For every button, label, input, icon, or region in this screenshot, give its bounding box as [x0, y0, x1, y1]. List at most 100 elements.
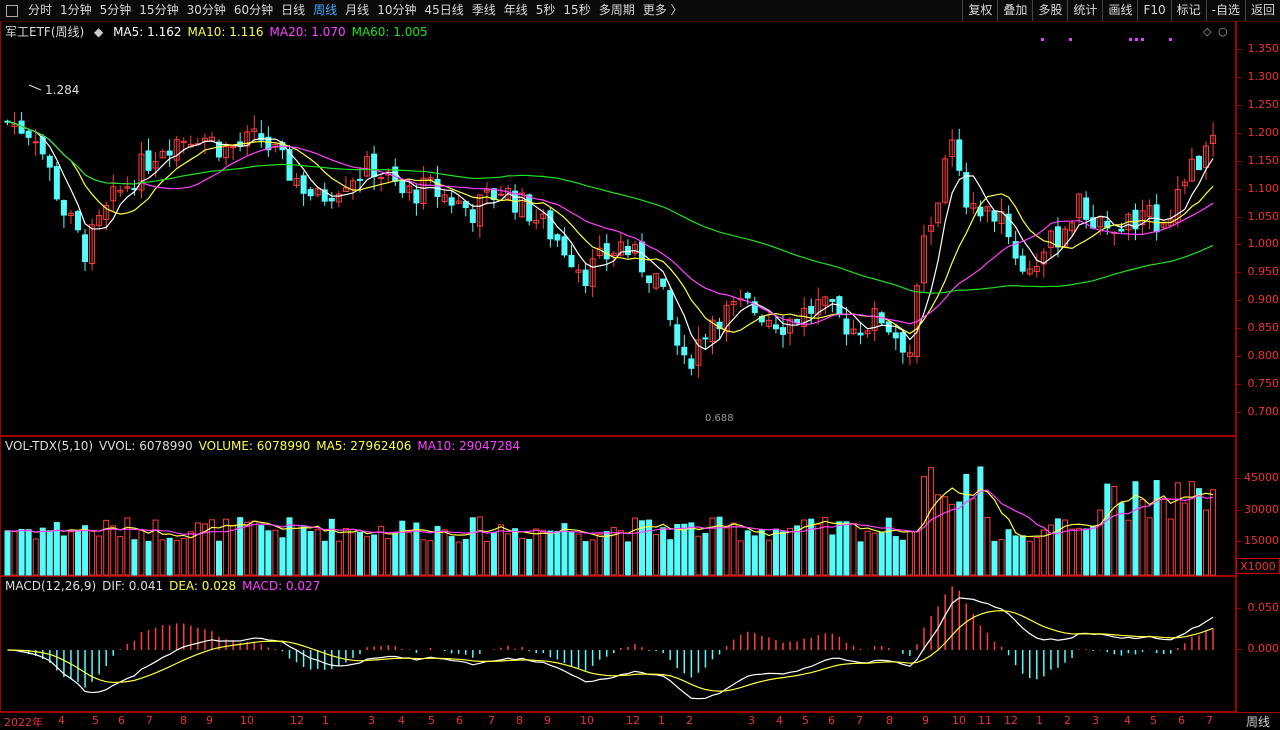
- volume-bar: [11, 531, 18, 576]
- macd-panel[interactable]: MACD(12,26,9) DIF: 0.041 DEA: 0.028 MACD: 0…: [0, 576, 1236, 712]
- volume-bar: [378, 525, 385, 576]
- toolbar-button-4[interactable]: 画线: [1102, 0, 1137, 21]
- axis-tick: 0.950: [1237, 265, 1280, 278]
- volume-bar: [674, 524, 681, 576]
- volume-bar: [653, 534, 660, 576]
- toolbar-button-2[interactable]: 多股: [1032, 0, 1067, 21]
- x-axis-label: 11: [978, 714, 992, 727]
- volume-bar: [624, 541, 631, 576]
- x-axis-label: 9: [544, 714, 551, 727]
- low-price-marker: 0.688: [705, 413, 734, 424]
- candle-body: [603, 243, 610, 260]
- x-axis-label: 1: [322, 714, 329, 727]
- toolbar-button-5[interactable]: F10: [1137, 0, 1170, 21]
- volume-bar: [617, 530, 624, 576]
- toolbar-button-8[interactable]: 返回: [1244, 0, 1280, 21]
- volume-bar: [60, 535, 67, 576]
- ma-label-3: MA60: 1.005: [351, 25, 428, 39]
- tab-period-2[interactable]: 5分钟: [96, 0, 136, 21]
- axis-tick: 1.300: [1237, 70, 1280, 83]
- toolbar-button-7[interactable]: -自选: [1205, 0, 1245, 21]
- x-axis-label: 5: [428, 714, 435, 727]
- macd-legend: MACD(12,26,9) DIF: 0.041 DEA: 0.028 MACD: 0…: [5, 579, 326, 593]
- macd-chart[interactable]: [1, 577, 1237, 713]
- volume-bar: [1005, 529, 1012, 576]
- volume-bar: [836, 521, 843, 576]
- tab-period-5[interactable]: 60分钟: [230, 0, 277, 21]
- tab-period-15[interactable]: 多周期: [595, 0, 639, 21]
- tab-period-0[interactable]: 分时: [24, 0, 56, 21]
- volume-bar: [723, 527, 730, 576]
- candlestick-chart[interactable]: 1.284 0.688 ◇ ○: [1, 21, 1237, 436]
- diamond-icon[interactable]: ◆: [94, 25, 103, 39]
- diamond-outline-icon: ◇: [1203, 25, 1212, 38]
- volume-bar: [307, 530, 314, 576]
- toolbar-button-1[interactable]: 叠加: [997, 0, 1032, 21]
- volume-bar: [131, 539, 138, 576]
- volume-bar: [321, 540, 328, 576]
- candle-body: [561, 236, 568, 256]
- x-axis-label: 6: [456, 714, 463, 727]
- x-axis-label: 6: [1178, 714, 1185, 727]
- volume-bar: [223, 518, 230, 576]
- axis-tick: 1.000: [1237, 237, 1280, 250]
- volume-bar: [39, 527, 46, 576]
- tab-period-14[interactable]: 15秒: [559, 0, 594, 21]
- tab-period-11[interactable]: 季线: [468, 0, 500, 21]
- toolbar-button-3[interactable]: 统计: [1067, 0, 1102, 21]
- period-toolbar: 分时 1分钟 5分钟 15分钟 30分钟 60分钟 日线 周线 月线 10分钟 45日线 季线 年线 5秒…: [0, 0, 1280, 22]
- volume-bar: [152, 519, 159, 576]
- macd-panel-label-1: DIF: 0.041: [102, 579, 164, 593]
- volume-chart[interactable]: [1, 437, 1237, 577]
- volume-bar: [67, 531, 74, 576]
- tab-period-13[interactable]: 5秒: [532, 0, 560, 21]
- toolbar-button-6[interactable]: 标记: [1170, 0, 1206, 21]
- volume-bar: [906, 530, 913, 576]
- x-axis-label: 8: [180, 714, 187, 727]
- tab-period-4[interactable]: 30分钟: [183, 0, 230, 21]
- candle-body: [25, 130, 32, 138]
- volume-bar: [871, 532, 878, 576]
- x-axis-label: 10: [240, 714, 254, 727]
- candle-body: [413, 189, 420, 204]
- ma20-line: [7, 121, 1214, 325]
- period-tabs: 分时 1分钟 5分钟 15分钟 30分钟 60分钟 日线 周线 月线 10分钟 45日线 季线 年线 5秒…: [24, 0, 687, 21]
- tab-period-1[interactable]: 1分钟: [56, 0, 96, 21]
- x-axis-label: 9: [206, 714, 213, 727]
- vol-ma5-line: [7, 487, 1214, 539]
- candle-body: [744, 292, 751, 299]
- tab-period-7[interactable]: 周线: [309, 0, 341, 21]
- volume-bar: [589, 539, 596, 576]
- volume-bar: [1167, 518, 1174, 576]
- volume-bar: [96, 535, 103, 576]
- volume-bar: [667, 539, 674, 576]
- tab-period-8[interactable]: 月线: [341, 0, 373, 21]
- volume-bar: [371, 534, 378, 576]
- candle-body: [857, 332, 864, 336]
- tab-period-10[interactable]: 45日线: [420, 0, 467, 21]
- x-axis-label: 7: [488, 714, 495, 727]
- candle-body: [702, 337, 709, 340]
- candle-body: [82, 234, 89, 262]
- volume-panel[interactable]: VOL-TDX(5,10) VVOL: 6078990 VOLUME: 607899…: [0, 436, 1236, 576]
- candle-body: [357, 178, 363, 181]
- tab-period-16[interactable]: 更多 〉: [639, 0, 687, 21]
- volume-bar: [681, 523, 688, 576]
- tab-period-9[interactable]: 10分钟: [373, 0, 420, 21]
- volume-bar: [82, 525, 89, 576]
- volume-bar: [1054, 518, 1061, 576]
- candle-body: [991, 210, 998, 222]
- volume-bar: [780, 531, 786, 576]
- dea-line: [7, 610, 1214, 692]
- tab-period-6[interactable]: 日线: [277, 0, 309, 21]
- tab-period-12[interactable]: 年线: [500, 0, 532, 21]
- volume-bar: [772, 528, 779, 576]
- candle-body: [498, 193, 504, 196]
- tab-period-3[interactable]: 15分钟: [135, 0, 182, 21]
- toolbar-button-0[interactable]: 复权: [962, 0, 997, 21]
- window-square-icon[interactable]: [6, 4, 18, 17]
- ma10-line: [7, 121, 1214, 335]
- price-chart-panel[interactable]: 军工ETF(周线) ◆ MA5: 1.162 MA10: 1.116 MA20: 1…: [0, 21, 1236, 436]
- volume-bar: [1146, 517, 1153, 576]
- volume-bar: [237, 517, 244, 576]
